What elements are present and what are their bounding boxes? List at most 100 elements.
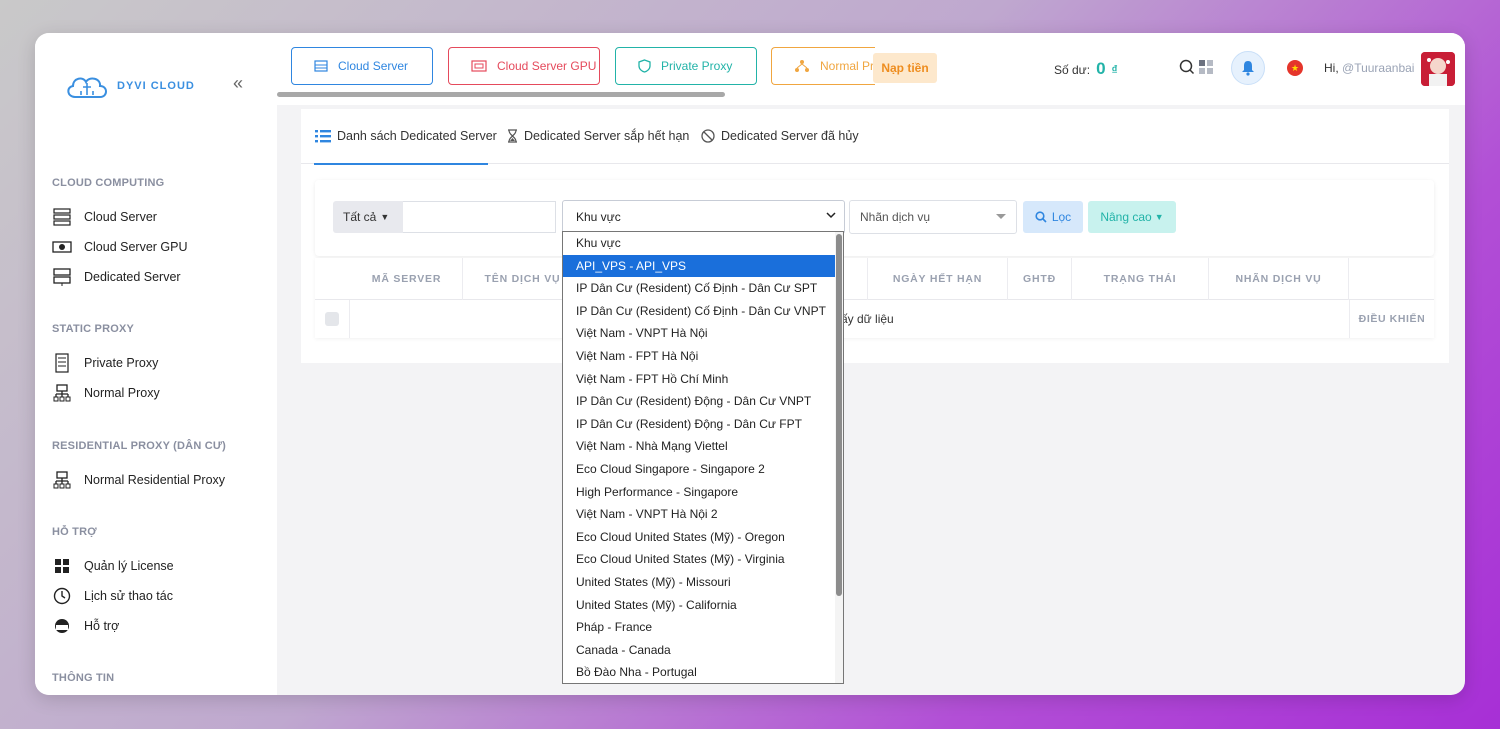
logo[interactable]: DYVI CLOUD: [63, 71, 195, 101]
region-options: Khu vực API_VPS - API_VPS IP Dân Cư (Resid…: [563, 232, 843, 683]
user-greeting[interactable]: Hi, @Tuuraanbai: [1324, 61, 1414, 75]
subtabs: Danh sách Dedicated Server Dedicated Ser…: [301, 109, 1449, 165]
cloud-logo-icon: [67, 77, 107, 98]
balance-value: 0: [1096, 59, 1106, 78]
region-option[interactable]: Khu vực: [563, 232, 843, 255]
region-option[interactable]: Việt Nam - VNPT Hà Nội 2: [563, 503, 843, 526]
topup-button[interactable]: Nạp tiền: [873, 53, 937, 83]
tab-dedicated-expiring[interactable]: Dedicated Server sắp hết hạn: [507, 129, 689, 143]
server-rack-icon: [52, 207, 72, 227]
sidebar-item-normal-residential-proxy[interactable]: Normal Residential Proxy: [52, 470, 225, 490]
col-service-tag[interactable]: NHÃN DỊCH VỤ: [1209, 258, 1349, 300]
region-option[interactable]: Việt Nam - Nhà Mạng Viettel: [563, 435, 843, 458]
sidebar-item-label: Normal Residential Proxy: [84, 473, 226, 487]
filter-panel: Tất cả ▼ Khu vực Nhãn dịch vụ Lọc Nâng c…: [315, 180, 1434, 256]
search-input[interactable]: [403, 201, 556, 233]
hourglass-icon: [508, 129, 517, 143]
region-option[interactable]: IP Dân Cư (Resident) Động - Dân Cư VNPT: [563, 390, 843, 413]
filter-button[interactable]: Lọc: [1023, 201, 1083, 233]
region-option[interactable]: Eco Cloud United States (Mỹ) - Oregon: [563, 526, 843, 549]
sidebar-item-support[interactable]: Hỗ trợ: [52, 616, 119, 636]
search-icon[interactable]: [1179, 59, 1195, 80]
service-tag-select[interactable]: Nhãn dịch vụ: [849, 200, 1017, 234]
sidebar-item-label: Quản lý License: [84, 559, 174, 573]
region-option[interactable]: Việt Nam - VNPT Hà Nội: [563, 322, 843, 345]
greeting-text: Hi,: [1324, 61, 1339, 75]
tab-cloud-server[interactable]: Cloud Server: [291, 47, 433, 85]
tab-label: Cloud Server GPU: [497, 59, 597, 73]
region-option[interactable]: United States (Mỹ) - California: [563, 594, 843, 617]
tabs-scrollbar[interactable]: [277, 92, 725, 97]
network-icon: [52, 383, 72, 403]
logo-text: DYVI CLOUD: [117, 80, 195, 92]
region-option[interactable]: Việt Nam - FPT Hà Nội: [563, 345, 843, 368]
dedicated-server-icon: [52, 267, 72, 287]
ban-icon: [701, 129, 715, 143]
tab-label: Dedicated Server sắp hết hạn: [524, 129, 690, 143]
region-dropdown-list[interactable]: Khu vực API_VPS - API_VPS IP Dân Cư (Resid…: [562, 231, 844, 684]
region-option[interactable]: United States (Mỹ) - Missouri: [563, 571, 843, 594]
network-icon: [52, 470, 72, 490]
region-option[interactable]: Canada - Canada: [563, 639, 843, 662]
col-actions: ĐIỀU KHIỂN: [1349, 300, 1434, 338]
sidebar-item-label: Normal Proxy: [84, 386, 160, 400]
username: @Tuuraanbai: [1342, 61, 1415, 75]
tab-label: Dedicated Server đã hủy: [721, 129, 859, 143]
sidebar-item-private-proxy[interactable]: Private Proxy: [52, 353, 158, 373]
region-select[interactable]: Khu vực: [562, 200, 845, 234]
dropdown-scrollbar[interactable]: [835, 232, 843, 683]
tab-private-proxy[interactable]: Private Proxy: [615, 47, 757, 85]
region-option[interactable]: High Performance - Singapore: [563, 481, 843, 504]
search-icon: [1035, 211, 1047, 223]
region-option[interactable]: IP Dân Cư (Resident) Cố Định - Dân Cư SP…: [563, 277, 843, 300]
scope-dropdown[interactable]: Tất cả ▼: [333, 201, 403, 233]
sidebar-item-license[interactable]: Quản lý License: [52, 556, 174, 576]
region-option[interactable]: Eco Cloud Singapore - Singapore 2: [563, 458, 843, 481]
avatar[interactable]: [1421, 52, 1455, 86]
sidebar-item-cloud-server-gpu[interactable]: Cloud Server GPU: [52, 237, 188, 257]
col-status[interactable]: TRẠNG THÁI: [1072, 258, 1209, 300]
tab-dedicated-cancelled[interactable]: Dedicated Server đã hủy: [701, 129, 859, 143]
region-option[interactable]: Eco Cloud United States (Mỹ) - Virginia: [563, 548, 843, 571]
tab-label: Danh sách Dedicated Server: [337, 129, 497, 143]
sidebar-item-normal-proxy[interactable]: Normal Proxy: [52, 383, 160, 403]
table-row: ấy dữ liệu ĐIỀU KHIỂN: [315, 300, 1434, 338]
tab-dedicated-list[interactable]: Danh sách Dedicated Server: [314, 129, 497, 165]
advanced-button[interactable]: Nâng cao ▼: [1088, 201, 1176, 233]
region-option[interactable]: Bồ Đào Nha - Portugal: [563, 661, 843, 683]
col-expiry-date[interactable]: NGÀY HẾT HẠN: [868, 258, 1008, 300]
sidebar-item-label: Dedicated Server: [84, 270, 181, 284]
sidebar-item-history[interactable]: Lịch sử thao tác: [52, 586, 173, 606]
list-icon: [315, 130, 331, 143]
sidebar-item-label: Cloud Server GPU: [84, 240, 188, 254]
section-title-cloud-computing: CLOUD COMPUTING: [52, 177, 165, 189]
dropdown-scroll-thumb[interactable]: [836, 234, 842, 596]
section-title-info: THÔNG TIN: [52, 672, 115, 684]
select-all-checkbox[interactable]: [325, 312, 339, 326]
section-title-support: HỖ TRỢ: [52, 526, 97, 538]
region-option[interactable]: IP Dân Cư (Resident) Cố Định - Dân Cư VN…: [563, 300, 843, 323]
col-server-code[interactable]: MÃ SERVER: [351, 258, 463, 300]
gpu-icon: [471, 60, 487, 72]
section-title-residential-proxy: RESIDENTIAL PROXY (DÂN CƯ): [52, 440, 227, 452]
tab-cloud-server-gpu[interactable]: Cloud Server GPU: [448, 47, 600, 85]
document-icon: [52, 353, 72, 373]
sidebar-item-dedicated-server[interactable]: Dedicated Server: [52, 267, 181, 287]
col-ghtd[interactable]: GHTĐ: [1008, 258, 1072, 300]
region-option[interactable]: API_VPS - API_VPS: [563, 254, 843, 278]
sidebar-item-cloud-server[interactable]: Cloud Server: [52, 207, 157, 227]
bell-icon[interactable]: [1231, 51, 1265, 85]
tab-label: Normal Pr: [820, 59, 875, 73]
service-tag-value: Nhãn dịch vụ: [860, 210, 931, 224]
vietnam-flag-icon[interactable]: ★: [1287, 60, 1303, 76]
empty-state-text: ấy dữ liệu: [841, 312, 894, 326]
region-option[interactable]: Việt Nam - FPT Hồ Chí Minh: [563, 368, 843, 391]
region-option[interactable]: IP Dân Cư (Resident) Động - Dân Cư FPT: [563, 413, 843, 436]
double-chevron-left-icon[interactable]: «: [233, 73, 243, 94]
windows-icon: [52, 556, 72, 576]
region-option[interactable]: Pháp - France: [563, 616, 843, 639]
filter-button-label: Lọc: [1051, 210, 1072, 224]
top-bar: Cloud Server Cloud Server GPU Private Pr…: [277, 33, 1465, 105]
tab-normal-proxy[interactable]: Normal Pr: [771, 47, 875, 85]
balance-label: Số dư:: [1054, 63, 1091, 77]
